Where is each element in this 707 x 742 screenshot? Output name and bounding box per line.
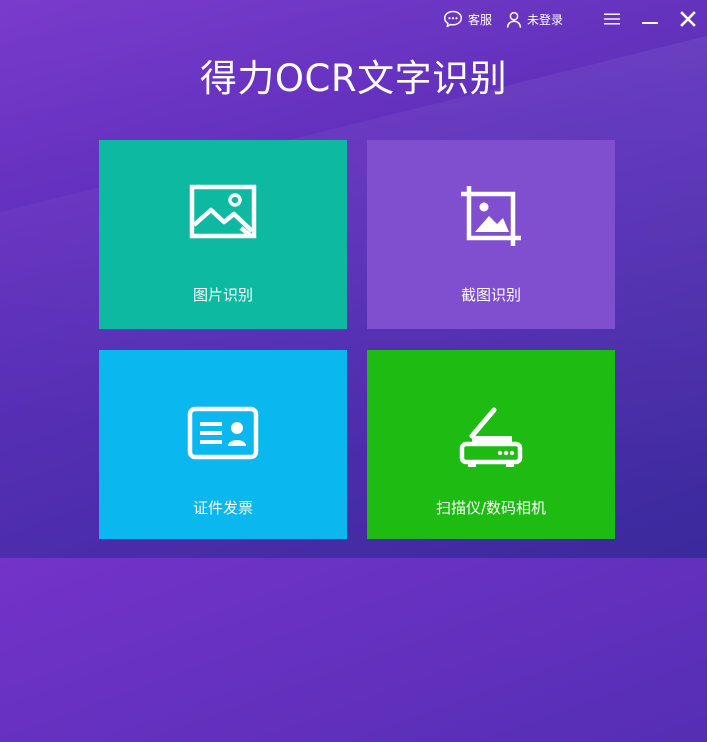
tile-label: 图片识别 (192, 286, 253, 304)
close-button[interactable] (669, 0, 707, 38)
menu-button[interactable] (593, 0, 631, 38)
login-label: 未登录 (526, 12, 563, 27)
app-title: 得力OCR文字识别 (199, 57, 508, 100)
id-invoice-tile[interactable]: 证件发票 (99, 350, 347, 539)
login-button[interactable]: 未登录 (506, 11, 563, 28)
tile-label: 截图识别 (460, 286, 521, 304)
title-bar: 客服 未登录 (443, 0, 707, 38)
user-icon (506, 11, 522, 28)
support-label: 客服 (467, 12, 492, 27)
scanner-icon (458, 406, 524, 468)
support-button[interactable]: 客服 (443, 10, 492, 28)
image-recognition-tile[interactable]: 图片识别 (99, 140, 347, 329)
menu-icon (603, 12, 621, 26)
id-card-icon (187, 406, 259, 460)
tile-label: 证件发票 (192, 499, 253, 517)
minimize-button[interactable] (631, 0, 669, 38)
image-icon (189, 184, 257, 242)
minimize-icon (641, 12, 659, 26)
scanner-camera-tile[interactable]: 扫描仪/数码相机 (367, 350, 615, 539)
close-icon (680, 11, 696, 27)
tile-label: 扫描仪/数码相机 (435, 499, 547, 517)
chat-bubble-icon (443, 10, 463, 28)
crop-image-icon (459, 184, 523, 248)
screenshot-recognition-tile[interactable]: 截图识别 (367, 140, 615, 329)
